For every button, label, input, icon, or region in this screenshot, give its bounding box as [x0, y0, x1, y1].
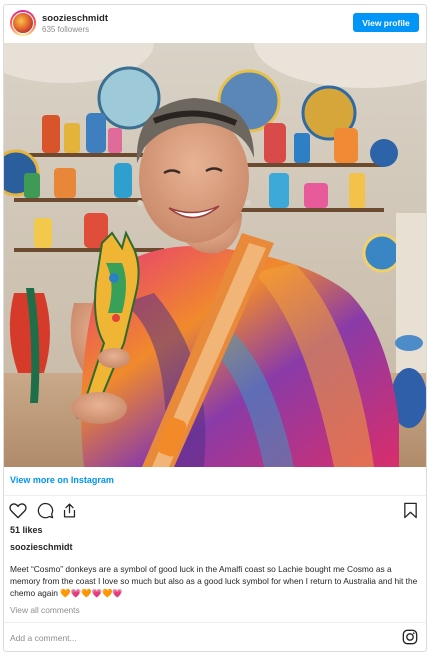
view-profile-button[interactable]: View profile [353, 13, 419, 32]
follower-count: 635 followers [42, 25, 90, 34]
comment-icon[interactable] [37, 502, 54, 524]
add-comment-input[interactable] [10, 631, 390, 645]
post-caption: Meet “Cosmo” donkeys are a symbol of goo… [10, 564, 418, 598]
view-more-link[interactable]: View more on Instagram [10, 475, 114, 485]
username[interactable]: soozieschmidt [42, 13, 108, 24]
instagram-embed-card: soozieschmidt 635 followers View profile [3, 4, 427, 652]
post-header: soozieschmidt 635 followers View profile [4, 5, 426, 43]
post-owner-username[interactable]: soozieschmidt [10, 542, 73, 552]
divider [4, 622, 426, 623]
post-photo[interactable] [4, 43, 426, 467]
avatar[interactable] [10, 10, 36, 36]
share-icon[interactable] [61, 502, 78, 524]
like-count[interactable]: 51 likes [10, 525, 43, 535]
view-all-comments-link[interactable]: View all comments [10, 605, 80, 615]
divider [4, 495, 426, 496]
bookmark-icon[interactable] [403, 502, 418, 524]
instagram-logo-icon[interactable] [402, 629, 418, 650]
heart-icon[interactable] [9, 502, 27, 524]
